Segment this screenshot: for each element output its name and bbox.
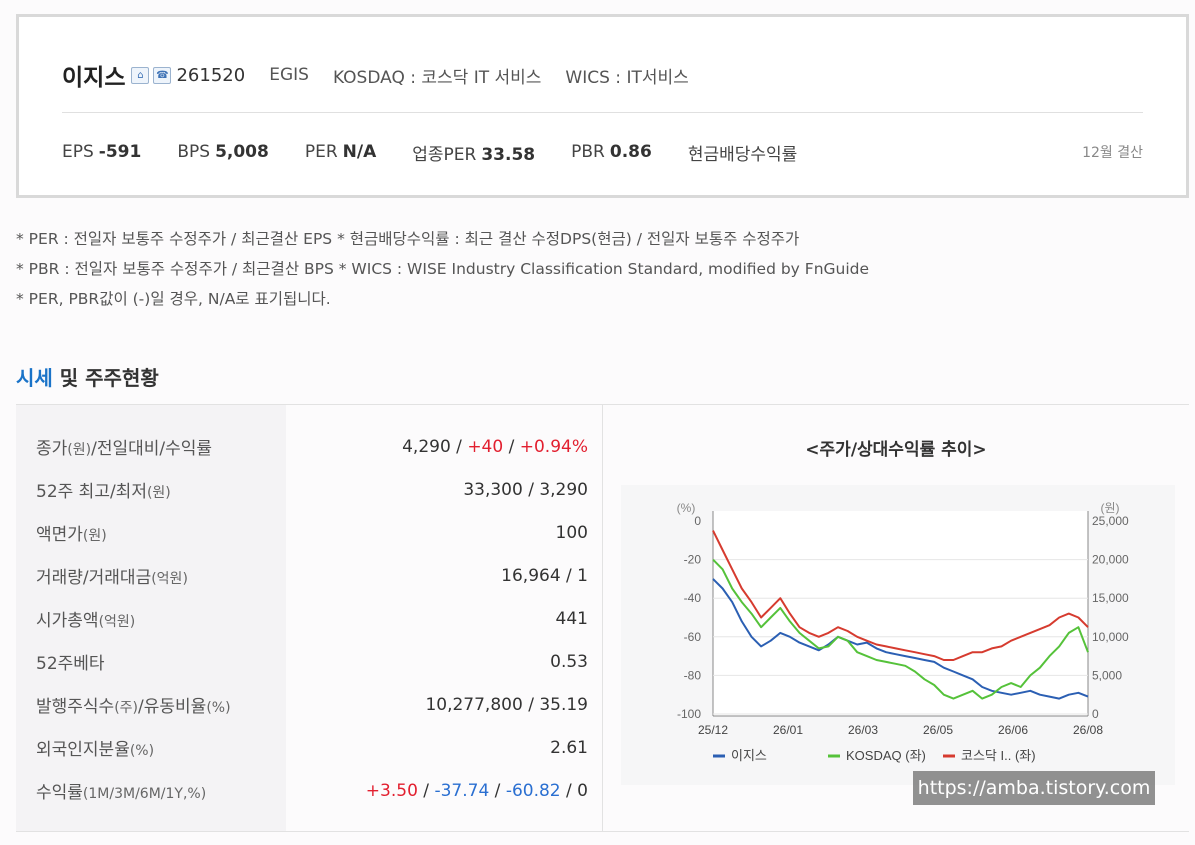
legend-label: KOSDAQ (좌) — [846, 748, 926, 763]
row-value: 2.61 — [550, 737, 588, 758]
row-value: 441 — [555, 608, 588, 629]
stock-code: 261520 — [176, 64, 246, 86]
table-row-close-price: 종가(원)/전일대비/수익률 4,290 / +40 / +0.94% — [16, 425, 588, 468]
row-value: 16,964 / 1 — [501, 565, 588, 586]
price-return-chart: (%) (원) 0 -20 -40 -60 -80 -100 25,000 20,000 15,00… — [621, 485, 1175, 785]
table-row-52w-beta: 52주베타 0.53 — [16, 640, 588, 683]
indicator-eps: EPS -591 — [62, 142, 141, 162]
indicator-label: PBR — [571, 142, 605, 162]
indicator-value: 33.58 — [481, 144, 536, 165]
row-value: 0.53 — [550, 651, 588, 672]
indicator-industry-per: 업종PER 33.58 — [412, 140, 535, 165]
legend-label: 코스닥 I.. (좌) — [961, 748, 1036, 763]
indicator-row: EPS -591 BPS 5,008 PER N/A 업종PER 33.58 P… — [62, 137, 1143, 167]
x-tick-label: 26/06 — [998, 723, 1028, 737]
price-change-rate: +0.94% — [519, 436, 588, 457]
right-tick-label: 10,000 — [1092, 630, 1129, 644]
x-tick-label: 26/08 — [1073, 723, 1103, 737]
row-value: 33,300 / 3,290 — [463, 479, 588, 500]
indicator-per: PER N/A — [305, 142, 376, 162]
company-header: 이지스 ⌂ ☎ 261520 EGIS KOSDAQ : 코스닥 IT 서비스 … — [62, 60, 1143, 92]
market-panel: 종가(원)/전일대비/수익률 4,290 / +40 / +0.94% 52주 … — [16, 404, 1189, 832]
indicator-dividend-yield: 현금배당수익률 — [688, 140, 802, 165]
return-1m: +3.50 — [365, 780, 418, 801]
left-tick-label: -80 — [684, 668, 702, 682]
row-label: 외국인지분율(%) — [36, 740, 155, 760]
chart-title: <주가/상대수익률 추이> — [805, 440, 987, 460]
x-tick-label: 26/03 — [848, 723, 878, 737]
indicator-value: N/A — [342, 142, 377, 162]
left-tick-label: -100 — [677, 707, 701, 721]
left-tick-label: -40 — [684, 591, 702, 605]
indicator-label: PER — [304, 142, 338, 162]
market-table: 종가(원)/전일대비/수익률 4,290 / +40 / +0.94% 52주 … — [16, 425, 588, 812]
indicator-pbr: PBR 0.86 — [571, 142, 652, 162]
indicator-label: BPS — [177, 142, 211, 162]
footnote: * PER, PBR값이 (-)일 경우, N/A로 표기됩니다. — [16, 290, 331, 308]
footnotes: * PER : 전일자 보통주 수정주가 / 최근결산 EPS * 현금배당수익… — [16, 226, 1186, 316]
table-row-52w-high-low: 52주 최고/최저(원) 33,300 / 3,290 — [16, 468, 588, 511]
row-label: 수익률(1M/3M/6M/1Y,%) — [36, 783, 207, 803]
row-label: 거래량/거래대금(억원) — [36, 568, 188, 588]
indicator-value: 5,008 — [215, 142, 269, 162]
row-value: 100 — [555, 522, 588, 543]
indicator-value: 0.86 — [609, 142, 652, 162]
table-row-returns: 수익률(1M/3M/6M/1Y,%) +3.50 / -37.74 / -60.… — [16, 769, 588, 812]
indicator-value: -591 — [98, 142, 142, 162]
indicator-label: EPS — [62, 142, 94, 162]
section-title: 시세 및 주주현황 — [16, 362, 159, 391]
right-tick-label: 20,000 — [1092, 553, 1129, 567]
row-label: 발행주식수(주)/유동비율(%) — [36, 697, 231, 717]
right-axis-unit: (원) — [1100, 501, 1119, 515]
indicator-bps: BPS 5,008 — [177, 142, 269, 162]
x-tick-label: 25/12 — [698, 723, 728, 737]
row-label: 52주베타 — [36, 654, 105, 674]
table-row-shares-outstanding: 발행주식수(주)/유동비율(%) 10,277,800 / 35.19 — [16, 683, 588, 726]
row-label: 종가(원)/전일대비/수익률 — [36, 439, 213, 459]
left-tick-label: -20 — [684, 553, 702, 567]
settlement-month: 12월 결산 — [1082, 145, 1143, 161]
indicator-label: 현금배당수익률 — [687, 144, 798, 165]
return-6m: -60.82 — [505, 780, 561, 801]
x-tick-label: 26/05 — [923, 723, 953, 737]
return-3m: -37.74 — [434, 780, 490, 801]
left-tick-label: -60 — [684, 630, 702, 644]
table-row-volume: 거래량/거래대금(억원) 16,964 / 1 — [16, 554, 588, 597]
table-row-par-value: 액면가(원) 100 — [16, 511, 588, 554]
wics-classification: WICS : IT서비스 — [565, 67, 689, 88]
row-value: +3.50 / -37.74 / -60.82 / 0 — [365, 780, 588, 801]
left-axis-unit: (%) — [677, 501, 696, 515]
right-tick-label: 15,000 — [1092, 591, 1129, 605]
right-tick-label: 0 — [1092, 707, 1099, 721]
row-value: 10,277,800 / 35.19 — [425, 694, 588, 715]
right-tick-label: 25,000 — [1092, 514, 1129, 528]
right-tick-label: 5,000 — [1092, 668, 1122, 682]
company-summary-box: 이지스 ⌂ ☎ 261520 EGIS KOSDAQ : 코스닥 IT 서비스 … — [16, 14, 1189, 198]
return-1y: 0 — [577, 780, 588, 801]
footnote: * PER : 전일자 보통주 수정주가 / 최근결산 EPS * 현금배당수익… — [16, 230, 800, 248]
summary-divider — [62, 112, 1143, 113]
section-title-rest: 및 주주현황 — [52, 366, 159, 390]
row-label: 시가총액(억원) — [36, 611, 136, 631]
indicator-label: 업종PER — [412, 144, 477, 165]
phone-icon[interactable]: ☎ — [153, 66, 172, 84]
english-name: EGIS — [269, 65, 309, 85]
left-tick-label: 0 — [694, 514, 701, 528]
footnote: * PBR : 전일자 보통주 수정주가 / 최근결산 BPS * WICS :… — [16, 260, 870, 278]
watermark: https://amba.tistory.com — [913, 771, 1155, 805]
table-row-market-cap: 시가총액(억원) 441 — [16, 597, 588, 640]
company-name: 이지스 — [62, 65, 126, 91]
home-icon[interactable]: ⌂ — [131, 66, 150, 84]
x-tick-label: 26/01 — [773, 723, 803, 737]
table-row-foreign-ownership: 외국인지분율(%) 2.61 — [16, 726, 588, 769]
row-label: 52주 최고/최저(원) — [36, 482, 171, 502]
market-classification: KOSDAQ : 코스닥 IT 서비스 — [332, 67, 542, 88]
legend-label: 이지스 — [731, 748, 767, 763]
section-title-accent: 시세 — [16, 366, 53, 390]
row-label: 액면가(원) — [36, 525, 107, 545]
row-value: 4,290 / +40 / +0.94% — [402, 436, 588, 457]
price-change: +40 — [467, 436, 504, 457]
plot-area — [713, 511, 1088, 716]
